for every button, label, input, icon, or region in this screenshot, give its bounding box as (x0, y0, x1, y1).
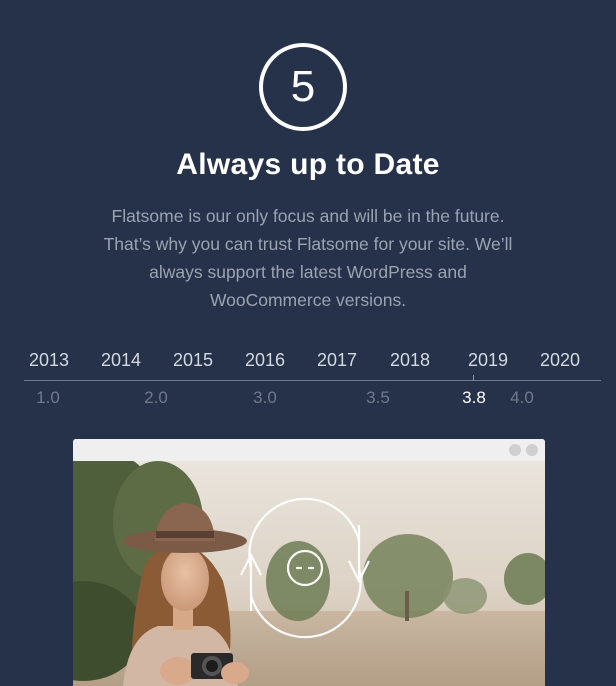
year-label: 2013 (28, 350, 70, 370)
browser-mockup (73, 439, 545, 686)
browser-titlebar (73, 439, 545, 461)
timeline-line (24, 380, 601, 381)
version-label: 1.0 (36, 388, 60, 407)
year-label: 2017 (316, 350, 358, 370)
window-dot (526, 444, 538, 456)
version-label: 4.0 (510, 388, 534, 407)
year-label: 2019 (467, 350, 509, 370)
version-label: 2.0 (144, 388, 168, 407)
current-version-tick (473, 375, 474, 381)
year-label: 2014 (100, 350, 142, 370)
hero-photo (73, 461, 545, 686)
version-timeline: 2013 2014 2015 2016 2017 2018 2019 2020 … (0, 346, 616, 416)
description-line: That’s why you can trust Flatsome for yo… (103, 234, 513, 254)
year-label: 2018 (389, 350, 431, 370)
description-line: always support the latest WordPress and (149, 262, 467, 282)
version-label: 3.0 (253, 388, 277, 407)
step-number: 5 (290, 62, 316, 111)
year-label: 2015 (172, 350, 214, 370)
section-title: Always up to Date (176, 148, 440, 181)
window-dot (509, 444, 521, 456)
year-label: 2016 (244, 350, 286, 370)
year-label: 2020 (539, 350, 581, 370)
step-number-badge: 5 (259, 43, 347, 131)
version-label: 3.5 (366, 388, 390, 407)
description-line: WooCommerce versions. (209, 290, 407, 310)
description-line: Flatsome is our only focus and will be i… (111, 206, 505, 226)
section-description: Flatsome is our only focus and will be i… (58, 202, 558, 314)
current-version-label: 3.8 (462, 388, 486, 407)
